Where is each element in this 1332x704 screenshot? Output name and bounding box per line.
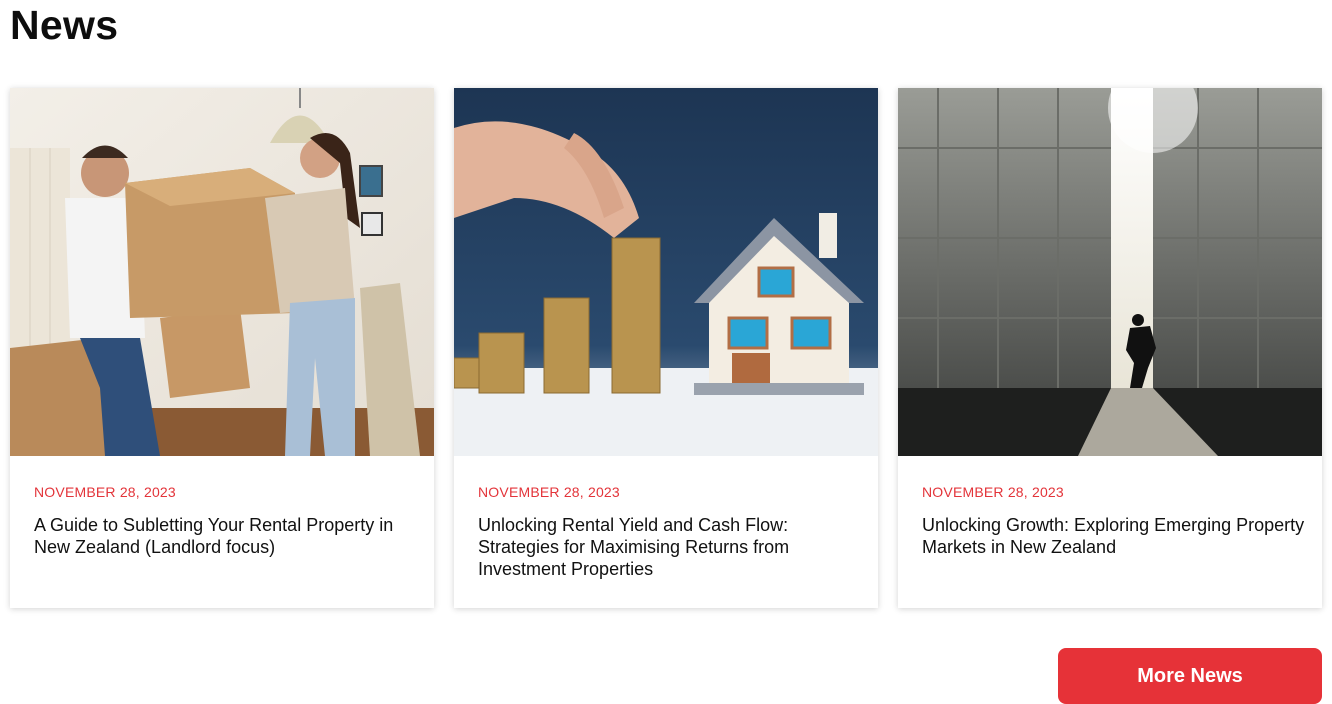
news-card-title-link[interactable]: Unlocking Rental Yield and Cash Flow: St… (478, 514, 864, 580)
section-title: News (10, 2, 119, 48)
news-card-body: NOVEMBER 28, 2023 A Guide to Subletting … (10, 456, 434, 558)
news-card-title-link[interactable]: Unlocking Growth: Exploring Emerging Pro… (922, 514, 1308, 558)
news-card[interactable]: NOVEMBER 28, 2023 Unlocking Rental Yield… (454, 88, 878, 608)
news-card-date: NOVEMBER 28, 2023 (34, 484, 176, 500)
more-news-button[interactable]: More News (1058, 648, 1322, 704)
news-section: News NOVEMBER 28, 2023 A Guide to Sublet… (0, 0, 1332, 704)
news-card-image-coins-house[interactable] (454, 88, 878, 456)
news-card-date: NOVEMBER 28, 2023 (478, 484, 620, 500)
news-card[interactable]: NOVEMBER 28, 2023 Unlocking Growth: Expl… (898, 88, 1322, 608)
news-card-image-hangar-door[interactable] (898, 88, 1322, 456)
news-card-list: NOVEMBER 28, 2023 A Guide to Subletting … (10, 88, 1322, 608)
news-card-title-link[interactable]: A Guide to Subletting Your Rental Proper… (34, 514, 420, 558)
news-card-body: NOVEMBER 28, 2023 Unlocking Growth: Expl… (898, 456, 1322, 558)
news-card-body: NOVEMBER 28, 2023 Unlocking Rental Yield… (454, 456, 878, 580)
news-card-date: NOVEMBER 28, 2023 (922, 484, 1064, 500)
news-card-image-moving-couple[interactable] (10, 88, 434, 456)
news-card[interactable]: NOVEMBER 28, 2023 A Guide to Subletting … (10, 88, 434, 608)
